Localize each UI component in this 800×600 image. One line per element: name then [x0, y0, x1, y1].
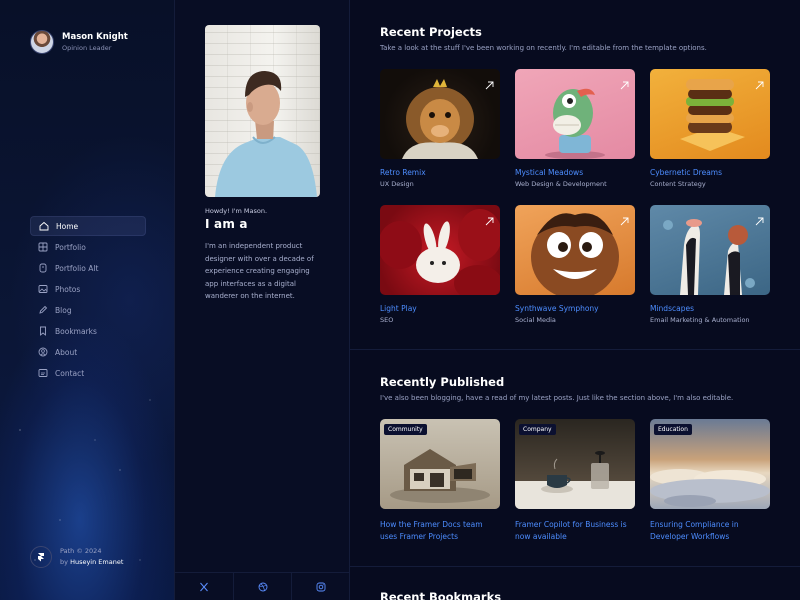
- external-link-icon: [755, 211, 764, 226]
- sidebar-item-blog[interactable]: Blog: [30, 300, 146, 320]
- image-icon: [38, 284, 48, 294]
- project-card[interactable]: Mystical Meadows Web Design & Developmen…: [515, 69, 635, 190]
- posts-title: Recently Published: [380, 375, 505, 389]
- project-title: Cybernetic Dreams: [650, 168, 723, 177]
- sidebar-item-label: Contact: [55, 368, 85, 378]
- home-icon: [39, 221, 49, 231]
- intro-panel: Howdy! I'm Mason. I am a I'm an independ…: [175, 0, 350, 600]
- section-divider: [350, 566, 800, 567]
- sidebar-item-label: Blog: [55, 305, 72, 315]
- project-category: UX Design: [380, 180, 414, 188]
- sidebar-item-label: About: [55, 347, 78, 357]
- project-thumbnail: [380, 69, 500, 159]
- post-card[interactable]: Education Ensuring Compliance in Develop…: [650, 419, 770, 543]
- category-badge: Community: [384, 424, 427, 435]
- post-title: Ensuring Compliance in Developer Workflo…: [650, 520, 739, 541]
- sidebar-item-label: Portfolio: [55, 242, 86, 252]
- x-icon: [199, 577, 209, 596]
- project-thumbnail: [650, 69, 770, 159]
- external-link-icon: [485, 75, 494, 90]
- category-badge: Company: [519, 424, 556, 435]
- project-card[interactable]: Synthwave Symphony Social Media: [515, 205, 635, 326]
- external-link-icon: [485, 211, 494, 226]
- greeting-text: Howdy! I'm Mason.: [205, 207, 268, 215]
- sidebar: Mason Knight Opinion Leader Home Portfol…: [0, 0, 175, 600]
- project-card[interactable]: Retro Remix UX Design: [380, 69, 500, 190]
- project-title: Retro Remix: [380, 168, 426, 177]
- sidebar-item-label: Bookmarks: [55, 326, 97, 336]
- user-icon: [38, 347, 48, 357]
- bookmark-icon: [38, 326, 48, 336]
- project-card[interactable]: Cybernetic Dreams Content Strategy: [650, 69, 770, 190]
- file-icon: [38, 263, 48, 273]
- projects-subtitle: Take a look at the stuff I've been worki…: [380, 44, 707, 52]
- project-title: Mystical Meadows: [515, 168, 584, 177]
- post-title: How the Framer Docs team uses Framer Pro…: [380, 520, 483, 541]
- social-x-link[interactable]: [175, 573, 234, 600]
- post-thumbnail: Community: [380, 419, 500, 509]
- by-text: by: [60, 558, 68, 566]
- category-badge: Education: [654, 424, 692, 435]
- profile-header[interactable]: Mason Knight Opinion Leader: [30, 30, 128, 54]
- pen-icon: [38, 305, 48, 315]
- social-instagram-link[interactable]: [292, 573, 350, 600]
- project-thumbnail: [380, 205, 500, 295]
- sidebar-item-label: Home: [56, 221, 79, 231]
- grid-icon: [38, 242, 48, 252]
- sidebar-item-portfolio-alt[interactable]: Portfolio Alt: [30, 258, 146, 278]
- posts-subtitle: I've also been blogging, have a read of …: [380, 394, 734, 402]
- project-card[interactable]: Mindscapes Email Marketing & Automation: [650, 205, 770, 326]
- external-link-icon: [620, 75, 629, 90]
- social-links: [175, 572, 350, 600]
- project-category: Content Strategy: [650, 180, 706, 188]
- main-content: Recent Projects Take a look at the stuff…: [350, 0, 800, 600]
- project-title: Light Play: [380, 304, 417, 313]
- social-dribbble-link[interactable]: [234, 573, 293, 600]
- avatar: [30, 30, 54, 54]
- portrait-photo: [205, 25, 320, 197]
- sidebar-item-photos[interactable]: Photos: [30, 279, 146, 299]
- project-thumbnail: [515, 205, 635, 295]
- project-category: Social Media: [515, 316, 556, 324]
- sidebar-item-bookmarks[interactable]: Bookmarks: [30, 321, 146, 341]
- project-category: Email Marketing & Automation: [650, 316, 750, 324]
- project-thumbnail: [515, 69, 635, 159]
- sidebar-menu: Home Portfolio Portfolio Alt Photos Blog: [30, 216, 146, 384]
- headline: I am a: [205, 217, 248, 231]
- post-thumbnail: Education: [650, 419, 770, 509]
- dribbble-icon: [258, 577, 268, 596]
- post-thumbnail: Company: [515, 419, 635, 509]
- mail-icon: [38, 368, 48, 378]
- projects-title: Recent Projects: [380, 25, 482, 39]
- section-divider: [350, 349, 800, 350]
- sidebar-item-portfolio[interactable]: Portfolio: [30, 237, 146, 257]
- post-title: Framer Copilot for Business is now avail…: [515, 520, 627, 541]
- footer-credit: Path © 2024 by Huseyin Emanet: [30, 546, 123, 568]
- project-thumbnail: [650, 205, 770, 295]
- post-card[interactable]: Community How the Framer Docs team uses …: [380, 419, 500, 543]
- profile-name: Mason Knight: [62, 31, 128, 42]
- project-card[interactable]: Light Play SEO: [380, 205, 500, 326]
- post-card[interactable]: Company Framer Copilot for Business is n…: [515, 419, 635, 543]
- project-title: Mindscapes: [650, 304, 694, 313]
- external-link-icon: [755, 75, 764, 90]
- sidebar-item-home[interactable]: Home: [30, 216, 146, 236]
- sidebar-item-label: Photos: [55, 284, 81, 294]
- sidebar-item-label: Portfolio Alt: [55, 263, 99, 273]
- bio-text: I'm an independent product designer with…: [205, 242, 314, 300]
- author-link[interactable]: Huseyin Emanet: [70, 558, 123, 566]
- project-category: Web Design & Development: [515, 180, 607, 188]
- bookmarks-title: Recent Bookmarks: [380, 590, 502, 600]
- project-category: SEO: [380, 316, 394, 324]
- framer-logo-icon[interactable]: [30, 546, 52, 568]
- external-link-icon: [620, 211, 629, 226]
- copyright-text: Path © 2024: [60, 547, 102, 555]
- project-title: Synthwave Symphony: [515, 304, 599, 313]
- sidebar-item-contact[interactable]: Contact: [30, 363, 146, 383]
- instagram-icon: [316, 577, 326, 596]
- profile-role: Opinion Leader: [62, 43, 112, 52]
- sidebar-item-about[interactable]: About: [30, 342, 146, 362]
